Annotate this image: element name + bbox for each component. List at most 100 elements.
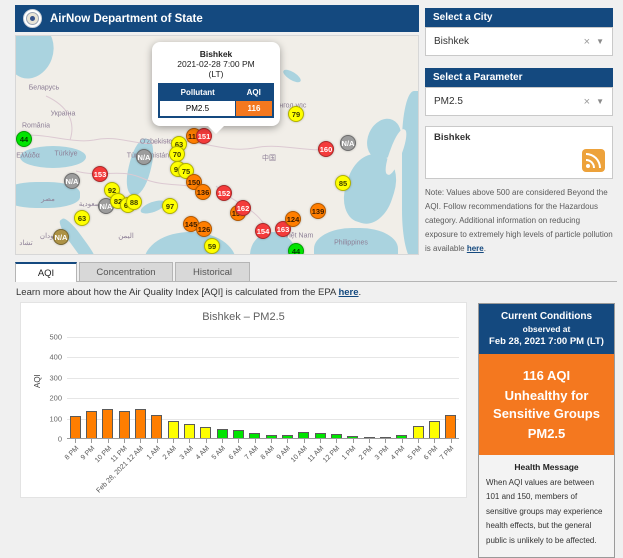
map-popup: Bishkek 2021-02-28 7:00 PM (LT) Pollutan… [152,42,280,126]
aqi-marker[interactable]: 124 [285,211,301,227]
aqi-marker[interactable]: N/A [136,149,152,165]
chart-bar-slot: 7 PM [443,337,459,439]
x-tick [418,439,419,443]
tab-aqi[interactable]: AQI [15,262,77,282]
cc-parameter: PM2.5 [485,426,608,441]
chart-bar-slot: 8 PM [67,337,83,439]
city-select-label: Select a City [425,8,613,27]
popup-pollutant-header: Pollutant [159,84,235,101]
aqi-marker[interactable]: 162 [235,200,251,216]
aqi-bar[interactable] [184,424,195,439]
aqi-marker[interactable]: 152 [216,185,232,201]
x-tick-label: 1 AM [146,445,162,461]
aqi-bar[interactable] [445,415,456,439]
map-place-label: Philippines [334,240,368,247]
chart-bar-slot: 12 PM [328,337,344,439]
cc-health-title: Health Message [486,462,607,472]
chart-x-axis [67,438,459,439]
aqi-bar[interactable] [70,416,81,439]
note-here-link[interactable]: here [467,244,484,253]
aqi-marker[interactable]: 44 [16,131,32,147]
y-tick-label: 0 [58,435,62,444]
y-tick-label: 100 [49,414,62,423]
chart-ylabel: AQI [33,374,42,388]
aqi-bar[interactable] [135,409,146,439]
parameter-clear-icon[interactable]: × [578,96,596,108]
y-tick-label: 200 [49,394,62,403]
aqi-marker[interactable]: 154 [255,223,271,239]
tab-concentration[interactable]: Concentration [79,262,173,281]
aqi-bar[interactable] [151,415,162,439]
aqi-marker[interactable]: 153 [92,166,108,182]
chart-bar-slot: 11 AM [312,337,328,439]
cc-aqi-block: 116 AQI Unhealthy for Sensitive Groups P… [479,354,614,455]
x-tick [189,439,190,443]
rss-feed-icon[interactable] [582,149,605,172]
aqi-marker[interactable]: N/A [64,173,80,189]
x-tick-label: 6 PM [423,445,440,462]
x-tick-label: 4 AM [195,445,211,461]
parameter-select[interactable]: PM2.5 × ▼ [425,87,613,116]
chart-bar-slot: 9 AM [279,337,295,439]
aqi-marker[interactable]: 160 [318,141,334,157]
aqi-marker[interactable]: 63 [74,210,90,226]
aqi-marker[interactable]: 88 [126,194,142,210]
x-tick [157,439,158,443]
y-tick-label: 300 [49,373,62,382]
parameter-select-label: Select a Parameter [425,68,613,87]
aqi-bar[interactable] [119,411,130,439]
x-tick-label: 10 PM [94,445,113,464]
aqi-marker[interactable]: 126 [196,221,212,237]
aqi-map[interactable]: БеларусьУкраїнаRomâniaΕλλάδαTürkiyeTürkm… [15,35,419,255]
aqi-bar[interactable] [86,411,97,439]
y-tick-label: 500 [49,333,62,342]
aqi-marker[interactable]: 136 [195,184,211,200]
x-tick [402,439,403,443]
cc-health-message: When AQI values are between 101 and 150,… [486,476,607,548]
city-caret-icon[interactable]: ▼ [596,37,604,46]
aqi-marker[interactable]: 139 [310,203,326,219]
aqi-marker[interactable]: N/A [340,135,356,151]
aqi-bar[interactable] [413,426,424,439]
city-select[interactable]: Bishkek × ▼ [425,27,613,56]
x-tick [91,439,92,443]
aqi-marker[interactable]: 59 [204,238,220,254]
aqi-marker[interactable]: 70 [169,146,185,162]
aqi-bar[interactable] [429,421,440,439]
cc-health-block: Health Message When AQI values are betwe… [479,455,614,557]
aqi-bar[interactable] [102,409,113,439]
popup-local-time: (LT) [158,69,274,79]
learn-more-here-link[interactable]: here [338,287,358,298]
city-clear-icon[interactable]: × [578,36,596,48]
x-tick [108,439,109,443]
aqi-marker[interactable]: 97 [162,198,178,214]
map-place-label: România [22,123,50,130]
x-tick [255,439,256,443]
map-place-label: تشاد [19,239,32,247]
chart-bar-slot: 8 AM [263,337,279,439]
current-conditions-panel: Current Conditions observed at Feb 28, 2… [478,303,615,558]
x-tick [369,439,370,443]
current-conditions-header: Current Conditions observed at Feb 28, 2… [479,304,614,354]
x-tick [385,439,386,443]
popup-pollutant-value: PM2.5 [159,101,235,118]
note-text: Note: Values above 500 are considered Be… [425,188,613,253]
x-tick-label: 6 AM [227,445,243,461]
x-tick-label: 2 AM [162,445,178,461]
y-tick-label: 400 [49,353,62,362]
map-place-label: Türkiye [55,151,78,158]
chart-bar-slot: 6 AM [230,337,246,439]
aqi-marker[interactable]: 79 [288,106,304,122]
feed-box: Bishkek [425,126,613,179]
parameter-select-box: Select a Parameter PM2.5 × ▼ [425,68,613,116]
x-tick-label: 7 AM [244,445,260,461]
cc-aqi-category: Unhealthy for Sensitive Groups [485,387,608,422]
x-tick [124,439,125,443]
aqi-bar[interactable] [168,421,179,439]
map-place-label: Україна [51,111,76,118]
tab-historical[interactable]: Historical [175,262,250,281]
aqi-marker[interactable]: N/A [53,229,69,245]
aqi-marker[interactable]: 44 [288,243,304,255]
parameter-caret-icon[interactable]: ▼ [596,97,604,106]
aqi-marker[interactable]: 85 [335,175,351,191]
